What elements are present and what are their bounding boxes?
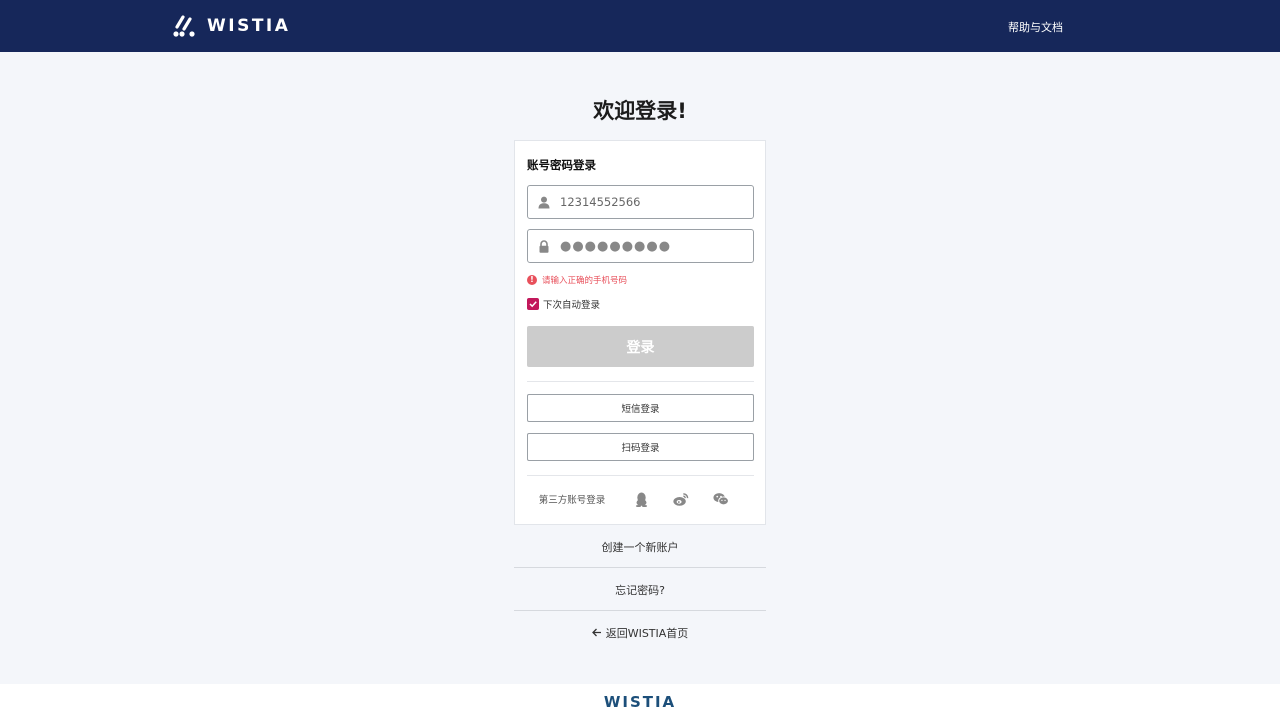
check-icon <box>529 301 537 308</box>
wechat-icon[interactable] <box>713 491 730 507</box>
password-field[interactable] <box>527 229 754 263</box>
wistia-logo-icon <box>173 15 195 37</box>
divider <box>514 610 766 611</box>
page-title: 欢迎登录! <box>593 99 687 123</box>
lock-icon <box>539 240 549 253</box>
remember-me-toggle[interactable]: 下次自动登录 <box>527 297 600 311</box>
username-field[interactable] <box>527 185 754 219</box>
user-icon <box>538 196 550 209</box>
footer-brand: WISTIA <box>603 693 677 711</box>
third-party-login: 第三方账号登录 <box>515 490 765 508</box>
username-input[interactable] <box>560 186 746 218</box>
password-input[interactable] <box>560 230 746 262</box>
sms-login-button[interactable]: 短信登录 <box>527 394 754 422</box>
footer: WISTIA <box>0 684 1280 720</box>
login-button[interactable]: 登录 <box>527 326 754 367</box>
error-icon: ! <box>527 275 537 285</box>
brand-name: WISTIA <box>207 16 291 36</box>
remember-me-checkbox[interactable] <box>527 298 539 310</box>
qr-login-button[interactable]: 扫码登录 <box>527 433 754 461</box>
login-card: 账号密码登录 ! 请输入正确的手机号码 下次自动登录 登录 短信登录 扫码登录 … <box>514 140 766 525</box>
brand-logo[interactable]: WISTIA <box>172 14 290 38</box>
help-docs-link[interactable]: 帮助与文档 <box>1008 19 1063 35</box>
weibo-icon[interactable] <box>673 491 689 507</box>
error-message: ! 请输入正确的手机号码 <box>527 274 627 286</box>
arrow-left-icon <box>591 628 601 637</box>
back-home-label: 返回WISTIA首页 <box>605 627 689 640</box>
create-account-link[interactable]: 创建一个新账户 <box>514 539 766 555</box>
back-home-link[interactable]: 返回WISTIA首页 <box>514 625 766 641</box>
third-party-label: 第三方账号登录 <box>538 495 606 506</box>
top-navbar: WISTIA 帮助与文档 <box>0 0 1280 52</box>
forgot-password-link[interactable]: 忘记密码? <box>514 582 766 598</box>
error-text: 请输入正确的手机号码 <box>542 276 628 286</box>
divider <box>527 475 754 476</box>
login-card-title: 账号密码登录 <box>527 158 596 172</box>
qq-icon[interactable] <box>633 491 649 507</box>
remember-me-label: 下次自动登录 <box>543 300 601 311</box>
divider <box>514 567 766 568</box>
divider <box>527 381 754 382</box>
